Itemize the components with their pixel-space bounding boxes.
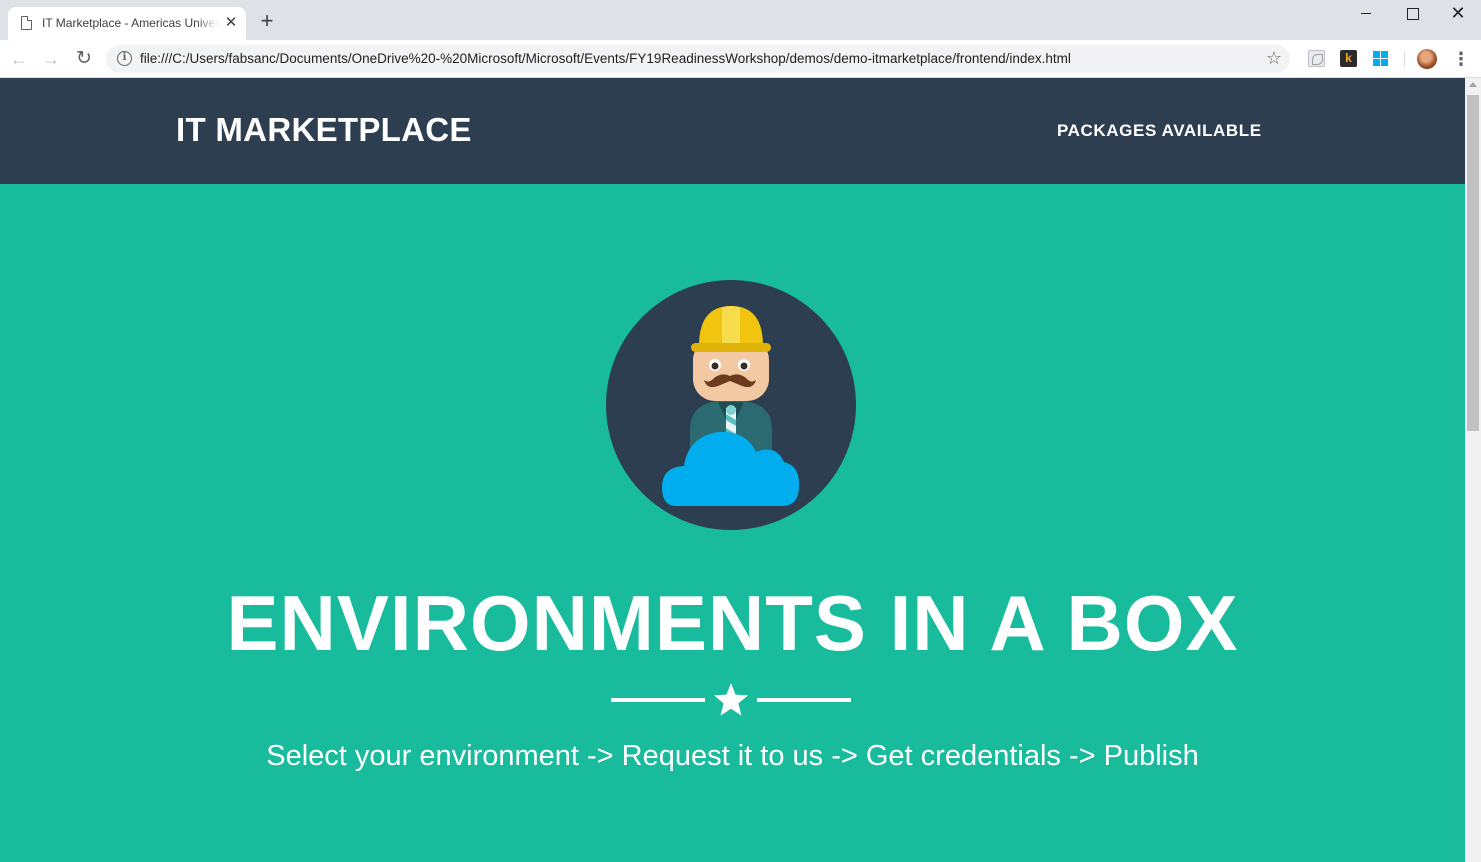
divider-line-left [611,698,705,702]
star-divider [611,682,851,716]
info-icon[interactable]: i [117,51,132,66]
masthead-heading: ENVIRONMENTS IN A BOX [226,579,1239,667]
window-close-button[interactable]: ✕ [1435,0,1481,28]
divider-line-right [757,698,851,702]
tab-strip: IT Marketplace - Americas Universal ✕ + … [0,0,1481,40]
bookmark-star-icon[interactable]: ☆ [1266,48,1282,69]
menu-icon[interactable]: ⋮ [1452,48,1470,70]
browser-tab[interactable]: IT Marketplace - Americas Universal ✕ [8,7,246,40]
toolbar-divider [1404,51,1405,67]
tab-close-icon[interactable]: ✕ [223,15,239,31]
maximize-button[interactable] [1389,0,1435,28]
masthead-subheading: Select your environment -> Request it to… [266,740,1199,772]
scrollbar-thumb[interactable] [1467,95,1479,431]
page-icon [21,16,32,30]
profile-avatar[interactable] [1417,49,1437,69]
site-brand-link[interactable]: IT MARKETPLACE [176,111,472,149]
page-viewport: IT MARKETPLACE PACKAGES AVAILABLE ENVIRO… [0,78,1465,862]
star-icon [714,683,748,716]
site-navbar: IT MARKETPLACE PACKAGES AVAILABLE [0,78,1465,184]
minimize-button[interactable] [1343,0,1389,28]
packages-available-link[interactable]: PACKAGES AVAILABLE [1057,121,1262,141]
back-arrow-icon[interactable]: ← [8,48,30,70]
windows-extension-icon[interactable] [1372,50,1389,67]
scroll-up-arrow-icon[interactable] [1469,82,1477,87]
k-extension-icon[interactable]: k [1340,50,1357,67]
forward-arrow-icon[interactable]: → [40,48,62,70]
url-text[interactable]: file:///C:/Users/fabsanc/Documents/OneDr… [140,51,1071,66]
browser-toolbar: ← → ↻ i file:///C:/Users/fabsanc/Documen… [0,40,1481,78]
vertical-scrollbar[interactable] [1465,78,1481,862]
tab-title: IT Marketplace - Americas Universal [42,16,218,30]
new-tab-button[interactable]: + [256,10,278,32]
reload-icon[interactable]: ↻ [73,48,95,70]
address-bar[interactable]: i file:///C:/Users/fabsanc/Documents/One… [106,45,1290,73]
pdf-extension-icon[interactable] [1308,50,1325,67]
engineer-cloud-avatar-image [606,280,856,530]
